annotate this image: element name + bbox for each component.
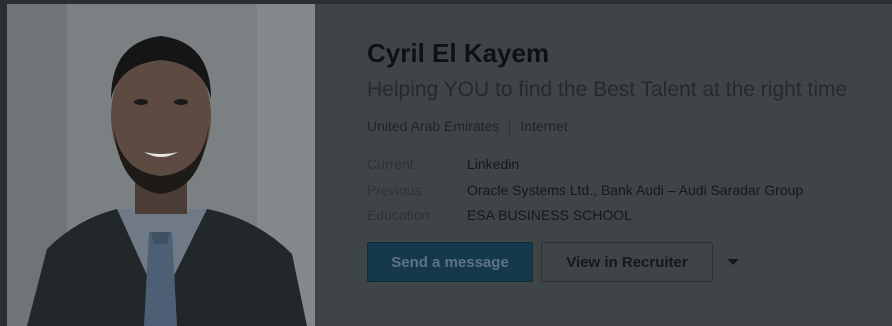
profile-name[interactable]: Cyril El Kayem xyxy=(367,38,549,69)
profile-info: Cyril El Kayem Helping YOU to find the B… xyxy=(367,4,892,326)
meta-divider xyxy=(509,119,511,136)
detail-row-previous: Previous Oracle Systems Ltd., Bank Audi –… xyxy=(367,182,803,208)
profile-headline: Helping YOU to find the Best Talent at t… xyxy=(367,78,848,101)
detail-label: Current xyxy=(367,156,414,172)
chevron-down-icon xyxy=(727,259,739,265)
profile-location: United Arab Emirates xyxy=(367,118,500,134)
profile-details: Current Linkedin Previous Oracle Systems L… xyxy=(367,156,803,233)
profile-card: Cyril El Kayem Helping YOU to find the B… xyxy=(7,4,892,326)
detail-value[interactable]: Linkedin xyxy=(467,156,519,172)
profile-photo[interactable] xyxy=(7,4,315,326)
detail-value[interactable]: ESA BUSINESS SCHOOL xyxy=(467,207,632,223)
detail-value[interactable]: Oracle Systems Ltd., Bank Audi – Audi Sa… xyxy=(467,182,803,198)
profile-photo-image xyxy=(7,4,315,326)
profile-meta: United Arab Emirates Internet xyxy=(367,118,568,136)
view-in-recruiter-button[interactable]: View in Recruiter xyxy=(541,242,713,282)
detail-row-current: Current Linkedin xyxy=(367,156,803,182)
detail-row-education: Education ESA BUSINESS SCHOOL xyxy=(367,207,803,233)
detail-label: Previous xyxy=(367,181,422,198)
profile-industry: Internet xyxy=(520,118,568,134)
more-actions-dropdown[interactable] xyxy=(723,252,743,272)
send-message-button[interactable]: Send a message xyxy=(367,242,533,282)
detail-label: Education xyxy=(367,207,430,223)
